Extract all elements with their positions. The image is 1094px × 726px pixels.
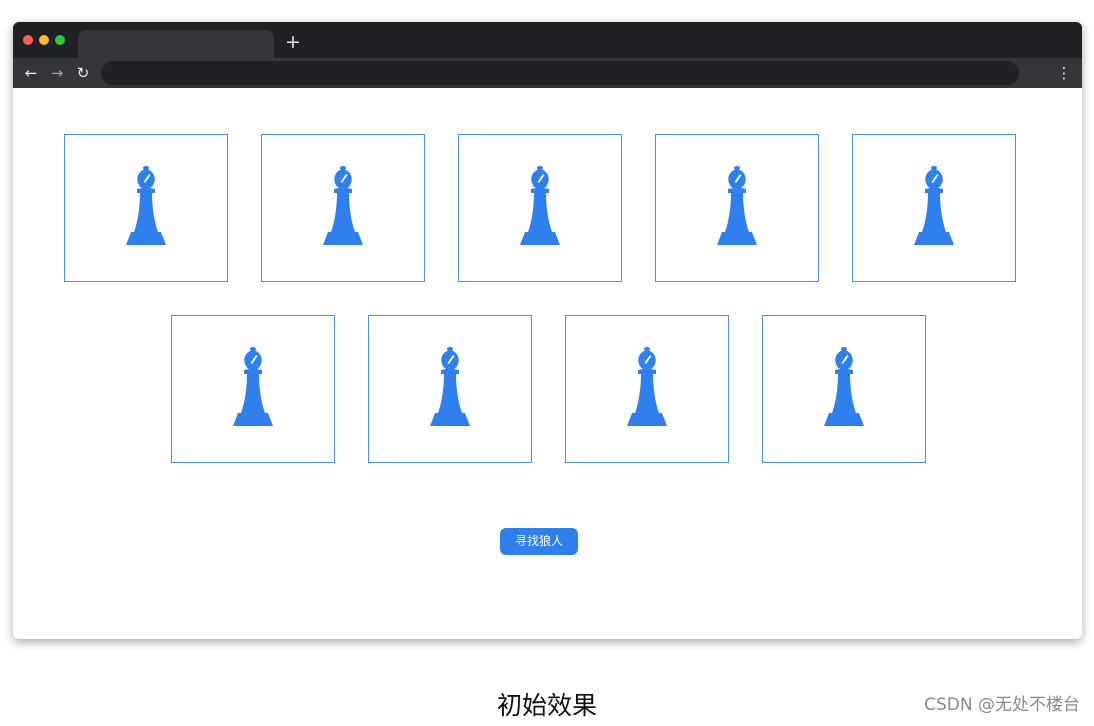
back-arrow-icon[interactable]: ← <box>21 63 41 83</box>
forward-arrow-icon[interactable]: → <box>47 63 67 83</box>
character-card[interactable] <box>458 134 622 282</box>
find-werewolf-button[interactable]: 寻找狼人 <box>500 528 578 555</box>
character-card[interactable] <box>261 134 425 282</box>
figure-caption: 初始效果 <box>496 691 597 720</box>
character-card[interactable] <box>565 315 729 463</box>
reload-icon[interactable]: ↻ <box>73 63 93 83</box>
more-menu-icon[interactable]: ⋮ <box>1056 63 1072 83</box>
new-tab-button[interactable]: + <box>283 30 303 54</box>
browser-window: + ← → ↻ ⋮ 寻找狼人 <box>13 22 1082 639</box>
character-card[interactable] <box>762 315 926 463</box>
close-window-button[interactable] <box>23 35 33 45</box>
watermark: CSDN @无处不楼台 <box>924 695 1080 715</box>
tab-bar: + <box>13 22 1082 58</box>
character-card[interactable] <box>171 315 335 463</box>
character-card[interactable] <box>852 134 1016 282</box>
page-content: 寻找狼人 <box>13 88 1082 639</box>
maximize-window-button[interactable] <box>55 35 65 45</box>
character-card[interactable] <box>655 134 819 282</box>
browser-toolbar: ← → ↻ ⋮ <box>13 58 1082 88</box>
character-card[interactable] <box>368 315 532 463</box>
character-card[interactable] <box>64 134 228 282</box>
minimize-window-button[interactable] <box>39 35 49 45</box>
address-bar[interactable] <box>101 61 1019 85</box>
active-tab[interactable] <box>78 30 274 58</box>
